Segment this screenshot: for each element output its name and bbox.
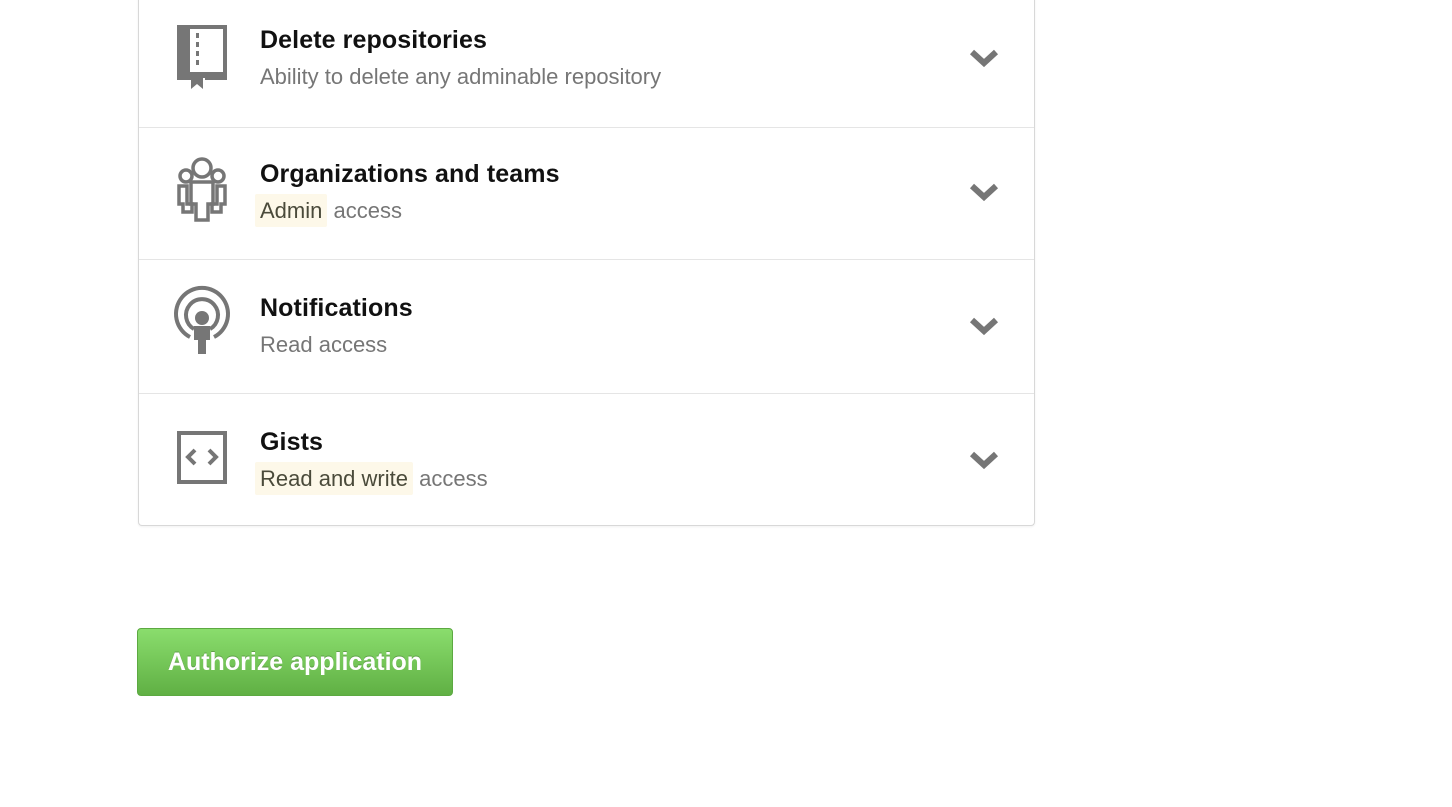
chevron-down-icon[interactable] bbox=[969, 182, 999, 202]
permissions-panel: Delete repositories Ability to delete an… bbox=[138, 0, 1035, 526]
code-brackets-icon bbox=[169, 394, 235, 528]
access-suffix: access bbox=[333, 198, 402, 223]
permission-description: Ability to delete any adminable reposito… bbox=[260, 64, 662, 89]
permission-row-delete-repositories[interactable]: Delete repositories Ability to delete an… bbox=[139, 0, 1034, 128]
access-level-highlight: Admin bbox=[255, 194, 328, 227]
chevron-down-icon[interactable] bbox=[969, 316, 999, 336]
chevron-down-icon[interactable] bbox=[969, 450, 999, 470]
permission-row-notifications[interactable]: Notifications Read access bbox=[139, 260, 1034, 394]
permission-title: Organizations and teams bbox=[260, 160, 560, 188]
chevron-down-icon[interactable] bbox=[969, 48, 999, 68]
organization-people-icon bbox=[169, 126, 235, 259]
permission-row-gists[interactable]: Gists Read and write access bbox=[139, 394, 1034, 528]
permission-description: Admin access bbox=[255, 194, 402, 227]
permission-title: Delete repositories bbox=[260, 26, 487, 54]
repo-book-icon bbox=[169, 0, 235, 127]
permission-description: Read access bbox=[260, 332, 388, 357]
access-level-highlight: Read and write bbox=[255, 462, 413, 495]
access-suffix: access bbox=[419, 466, 488, 491]
permission-title: Gists bbox=[260, 428, 324, 456]
authorize-application-button[interactable]: Authorize application bbox=[137, 628, 453, 696]
permission-row-organizations-and-teams[interactable]: Organizations and teams Admin access bbox=[139, 126, 1034, 260]
permission-description: Read and write access bbox=[255, 462, 488, 495]
broadcast-icon bbox=[169, 260, 235, 393]
permission-title: Notifications bbox=[260, 294, 413, 322]
